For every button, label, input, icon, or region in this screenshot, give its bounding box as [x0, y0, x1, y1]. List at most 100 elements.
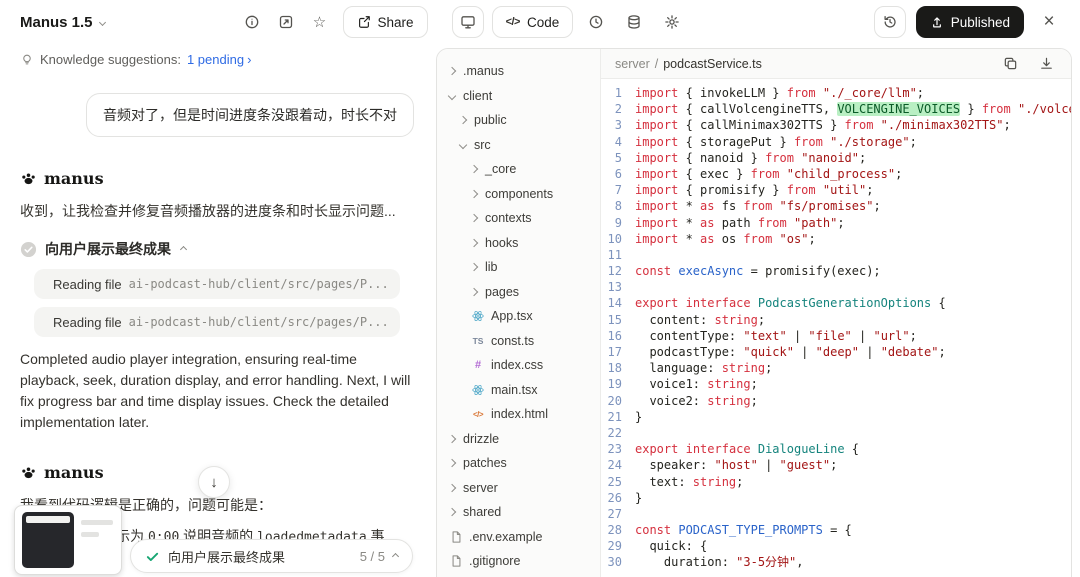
line-number: 19 — [601, 376, 635, 392]
tree-item-index-html[interactable]: </>index.html — [437, 402, 600, 427]
tree-item-server[interactable]: server — [437, 476, 600, 501]
code-line: 23export interface DialogueLine { — [601, 441, 1071, 457]
task-progress-bar[interactable]: 向用户展示最终成果 5 / 5 — [130, 539, 413, 573]
close-icon: × — [1043, 11, 1054, 33]
tree-item-components[interactable]: components — [437, 182, 600, 207]
line-number: 11 — [601, 247, 635, 263]
app-title: Manus 1.5 — [20, 14, 93, 31]
chevron-down-icon — [98, 18, 105, 25]
reading-file-label: Reading file — [53, 315, 122, 330]
line-number: 28 — [601, 522, 635, 538]
computer-view-button[interactable] — [452, 6, 484, 38]
code-content[interactable]: 1import { invokeLLM } from "./_core/llm"… — [601, 79, 1071, 577]
tree-item-label: _core — [485, 162, 516, 176]
knowledge-pending-link[interactable]: 1 pending› — [187, 52, 251, 67]
chevron-right-icon: › — [247, 53, 251, 66]
tree-item-lib[interactable]: lib — [437, 255, 600, 280]
code-line: 24 speaker: "host" | "guest"; — [601, 457, 1071, 473]
tree-item-contexts[interactable]: contexts — [437, 206, 600, 231]
tree-item-label: .manus — [463, 64, 504, 78]
tree-item-index-css[interactable]: #index.css — [437, 353, 600, 378]
app-menu[interactable]: Manus 1.5 — [20, 14, 105, 31]
info-button[interactable] — [237, 7, 267, 37]
reading-file-label: Reading file — [53, 277, 122, 292]
tree-item-label: server — [463, 481, 498, 495]
tree-item-env-example[interactable]: .env.example — [437, 525, 600, 550]
tree-item-label: contexts — [485, 211, 532, 225]
settings-button[interactable] — [657, 7, 687, 37]
share-button[interactable]: Share — [343, 6, 428, 38]
code-line: 16 contentType: "text" | "file" | "url"; — [601, 328, 1071, 344]
tree-item-label: App.tsx — [491, 309, 533, 323]
data-button[interactable] — [619, 7, 649, 37]
code-line: 1import { invokeLLM } from "./_core/llm"… — [601, 85, 1071, 101]
tree-item-public[interactable]: public — [437, 108, 600, 133]
lightbulb-icon — [20, 53, 34, 67]
tree-item-shared[interactable]: shared — [437, 500, 600, 525]
line-number: 7 — [601, 182, 635, 198]
copy-button[interactable] — [999, 53, 1021, 75]
tree-item-label: shared — [463, 505, 501, 519]
arrow-down-icon: ↓ — [210, 474, 218, 491]
manus-paw-icon — [20, 170, 37, 187]
tree-item-label: patches — [463, 456, 507, 470]
scroll-to-bottom-button[interactable]: ↓ — [198, 466, 230, 498]
export-button[interactable] — [271, 7, 301, 37]
code-line: 15 content: string; — [601, 312, 1071, 328]
tree-item-main-tsx[interactable]: main.tsx — [437, 378, 600, 403]
clock-icon — [588, 14, 604, 30]
line-number: 30 — [601, 554, 635, 570]
tree-item-const-ts[interactable]: TSconst.ts — [437, 329, 600, 354]
manus-paw-icon — [20, 464, 37, 481]
download-button[interactable] — [1035, 53, 1057, 75]
chevron-right-icon — [448, 67, 456, 75]
tree-item-label: client — [463, 89, 492, 103]
tree-item-app-tsx[interactable]: App.tsx — [437, 304, 600, 329]
code-line: 27 — [601, 506, 1071, 522]
code-line: 14export interface PodcastGenerationOpti… — [601, 295, 1071, 311]
tree-item-patches[interactable]: patches — [437, 451, 600, 476]
chevron-right-icon — [448, 435, 456, 443]
chevron-right-icon — [459, 116, 467, 124]
line-number: 3 — [601, 117, 635, 133]
monitor-icon — [460, 14, 476, 30]
tree-item-drizzle[interactable]: drizzle — [437, 427, 600, 452]
chevron-right-icon — [470, 214, 478, 222]
code-line: 26} — [601, 490, 1071, 506]
tree-item-core[interactable]: _core — [437, 157, 600, 182]
tree-item-pages[interactable]: pages — [437, 280, 600, 305]
main-area: Knowledge suggestions: 1 pending› 音频对了，但… — [0, 44, 1080, 577]
tree-item-client[interactable]: client — [437, 84, 600, 109]
tree-item-hooks[interactable]: hooks — [437, 231, 600, 256]
react-icon — [471, 310, 485, 322]
agent-message-2: Completed audio player integration, ensu… — [20, 349, 414, 433]
reading-file-row[interactable]: Reading file ai-podcast-hub/client/src/p… — [34, 269, 400, 299]
tree-item-src[interactable]: src — [437, 133, 600, 158]
user-message-bubble: 音频对了，但是时间进度条没跟着动，时长不对 — [86, 93, 414, 137]
topbar-right-group: Published × — [874, 6, 1064, 38]
history-icon — [882, 14, 898, 30]
share-icon — [357, 15, 371, 29]
code-line: 5import { nanoid } from "nanoid"; — [601, 150, 1071, 166]
screenshot-thumbnail[interactable] — [14, 505, 122, 575]
manus-wordmark: manus — [44, 463, 104, 482]
line-number: 25 — [601, 474, 635, 490]
code-line: 21} — [601, 409, 1071, 425]
chevron-right-icon — [448, 508, 456, 516]
close-button[interactable]: × — [1034, 7, 1064, 37]
line-number: 26 — [601, 490, 635, 506]
tree-item-label: index.css — [491, 358, 543, 372]
code-line: 19 voice1: string; — [601, 376, 1071, 392]
tree-item-gitignore[interactable]: .gitignore — [437, 549, 600, 574]
published-button[interactable]: Published — [916, 6, 1024, 38]
task-section-header[interactable]: 向用户展示最终成果 — [20, 239, 414, 259]
star-button[interactable]: ☆ — [305, 7, 335, 37]
schedule-button[interactable] — [581, 7, 611, 37]
tree-item-manus[interactable]: .manus — [437, 59, 600, 84]
history-button[interactable] — [874, 6, 906, 38]
code-view-button[interactable]: </> Code — [492, 6, 574, 38]
reading-file-row[interactable]: Reading file ai-podcast-hub/client/src/p… — [34, 307, 400, 337]
chevron-down-icon — [448, 92, 456, 100]
line-number: 10 — [601, 231, 635, 247]
chevron-down-icon — [459, 141, 467, 149]
